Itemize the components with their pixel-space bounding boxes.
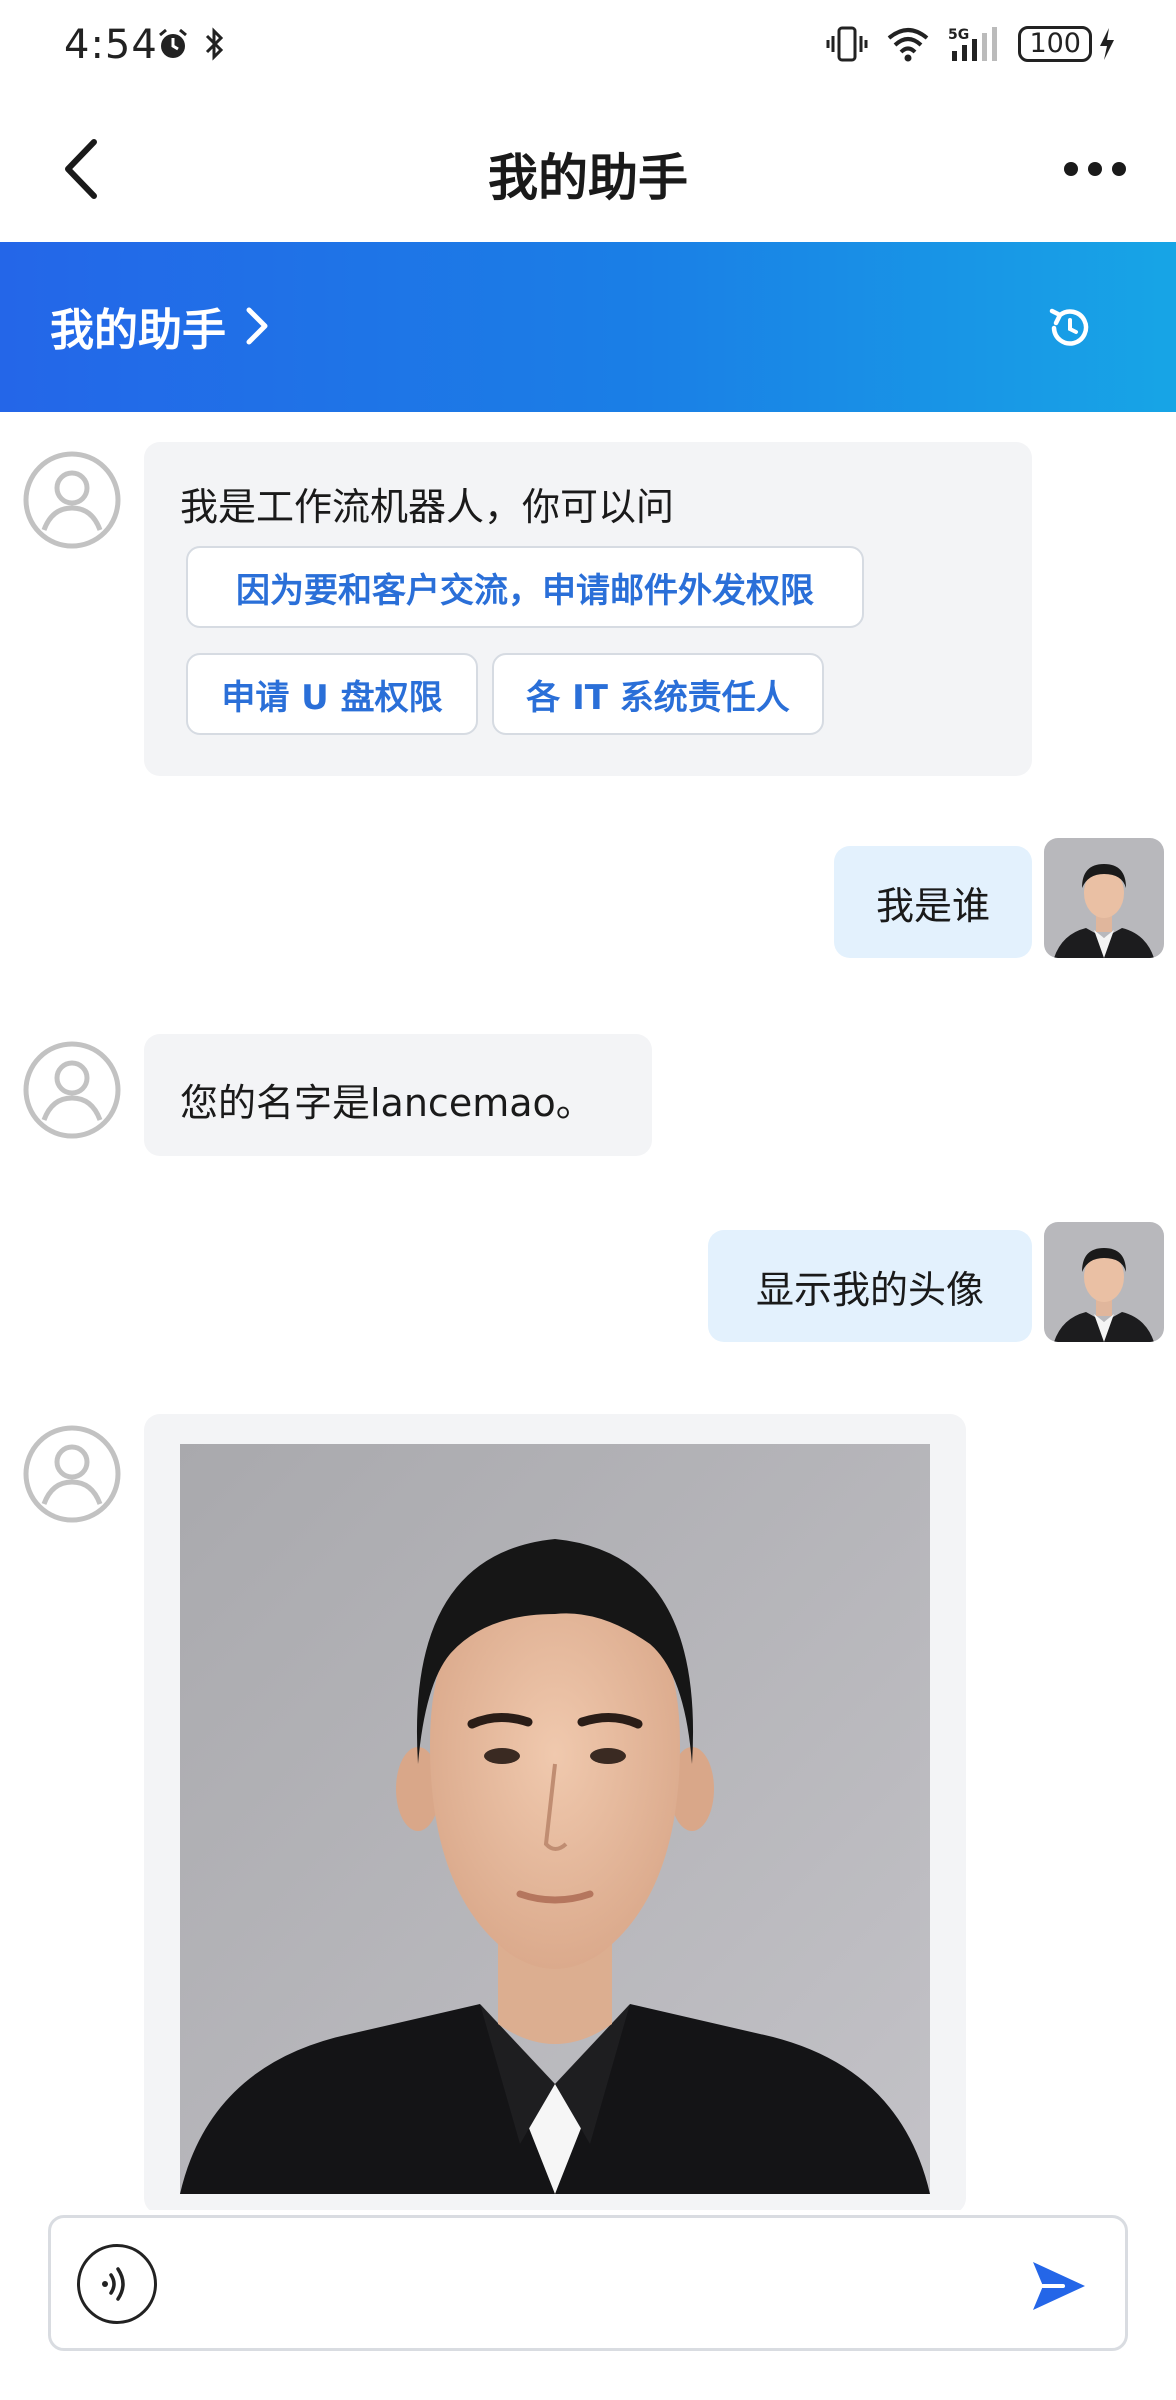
bot-avatar (22, 1424, 122, 1524)
signal-5g-icon: 5G (948, 27, 998, 61)
input-area (0, 2210, 1176, 2400)
avatar-photo[interactable] (180, 1444, 930, 2194)
user-message-text: 显示我的头像 (755, 1267, 984, 1312)
bot-avatar (22, 450, 122, 550)
battery-indicator: 100 (1018, 26, 1116, 62)
bluetooth-icon (205, 27, 224, 61)
battery-level: 100 (1018, 26, 1092, 62)
bot-avatar (22, 1040, 122, 1140)
bot-message-text: 您的名字是lancemao。 (180, 1081, 594, 1125)
user-placeholder-icon (23, 451, 121, 549)
status-icons-left (155, 26, 227, 62)
user-message-text: 我是谁 (875, 883, 990, 928)
voice-button[interactable] (77, 2244, 157, 2324)
banner-title-link[interactable]: 我的助手 (50, 294, 270, 358)
user-placeholder-icon (23, 1425, 121, 1523)
title-bar: 我的助手 (0, 100, 1176, 242)
assistant-banner: 我的助手 (0, 242, 1176, 412)
charging-icon (1100, 28, 1114, 60)
status-icons-right: 5G 100 (826, 24, 1116, 64)
user-message-bubble: 显示我的头像 (708, 1230, 1032, 1342)
user-avatar[interactable] (1044, 1222, 1164, 1342)
page-title: 我的助手 (488, 149, 688, 207)
bot-message-bubble: 我是工作流机器人，你可以问 因为要和客户交流，申请邮件外发权限 申请 U 盘权限… (144, 442, 1032, 776)
suggestion-chip[interactable]: 各 IT 系统责任人 (492, 653, 824, 735)
voice-icon (102, 2267, 125, 2301)
more-button[interactable] (1062, 146, 1128, 192)
alarm-icon (159, 28, 187, 58)
user-message-bubble: 我是谁 (834, 846, 1032, 958)
wifi-icon (888, 28, 929, 62)
banner-title: 我的助手 (50, 305, 226, 356)
user-placeholder-icon (23, 1041, 121, 1139)
suggestion-chip[interactable]: 因为要和客户交流，申请邮件外发权限 (186, 546, 864, 628)
chevron-right-icon (246, 307, 268, 345)
send-icon (1033, 2262, 1085, 2310)
svg-text:5G: 5G (948, 27, 969, 43)
vibrate-icon (826, 26, 868, 62)
user-photo-thumbnail (1044, 838, 1164, 958)
send-button[interactable] (1029, 2256, 1089, 2316)
bot-greeting-text: 我是工作流机器人，你可以问 (180, 485, 675, 529)
refresh-icon (1049, 308, 1089, 346)
status-time: 4:54 (64, 22, 158, 68)
user-avatar[interactable] (1044, 838, 1164, 958)
message-input[interactable] (48, 2215, 1128, 2351)
more-dots-icon (1064, 162, 1126, 176)
status-bar: 4:54 5G 100 (0, 0, 1176, 100)
bot-image-bubble (144, 1414, 966, 2214)
portrait-photo (180, 1444, 930, 2194)
refresh-button[interactable] (1044, 302, 1096, 354)
suggestion-chip[interactable]: 申请 U 盘权限 (186, 653, 478, 735)
user-photo-thumbnail (1044, 1222, 1164, 1342)
bot-message-bubble: 您的名字是lancemao。 (144, 1034, 652, 1156)
